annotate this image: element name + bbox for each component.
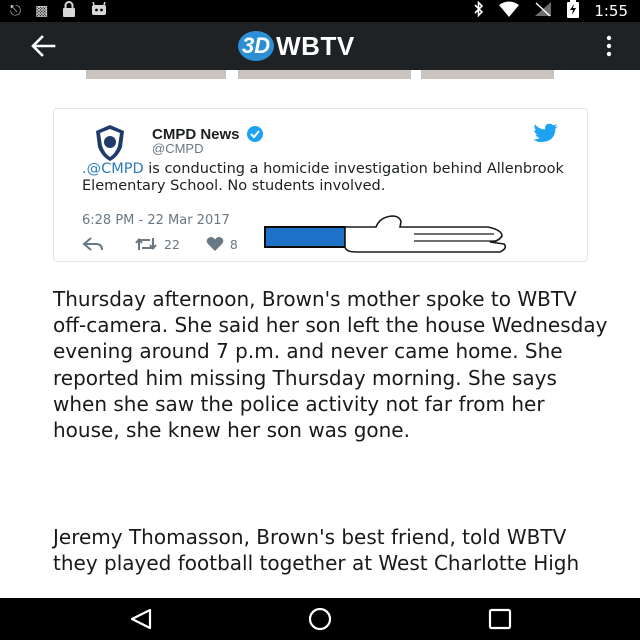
status-icons-left: ⎋ ▩: [10, 0, 108, 22]
reply-icon[interactable]: [82, 236, 104, 252]
no-sim-icon: ▩: [35, 3, 49, 19]
heart-icon: [206, 237, 224, 251]
tweet-author-name[interactable]: CMPD News: [152, 126, 240, 143]
article-content[interactable]: CMPD News @CMPD .@CMPD is conducting a h…: [0, 70, 640, 598]
app-bar: 3D WBTV: [0, 22, 640, 70]
retweet-icon: [135, 237, 157, 251]
system-navigation-bar: [0, 598, 640, 640]
sync-icon: ⎋: [10, 3, 22, 19]
verified-badge-icon: [246, 126, 263, 142]
back-arrow-icon[interactable]: [28, 32, 58, 60]
tweet-mention-link[interactable]: .@CMPD: [82, 161, 144, 177]
lock-icon: [62, 0, 76, 22]
tweet-body: is conducting a homicide investigation b…: [82, 161, 564, 194]
retweet-count: 22: [164, 236, 180, 252]
nav-recents-icon[interactable]: [487, 607, 513, 631]
nav-back-icon[interactable]: [128, 607, 154, 631]
nav-home-icon[interactable]: [306, 607, 332, 631]
status-time: 1:55: [594, 2, 628, 20]
overflow-menu-icon[interactable]: [604, 34, 614, 58]
like-action[interactable]: 8: [206, 236, 238, 252]
wbtv-logo: 3D WBTV: [238, 30, 355, 62]
android-debug-icon: [90, 1, 108, 21]
signal-off-icon: [534, 1, 552, 22]
tweet-handle[interactable]: @CMPD: [152, 141, 203, 156]
tweet-actions: 22 8: [82, 235, 238, 253]
bluetooth-icon: [474, 0, 484, 22]
status-icons-right: 1:55: [474, 0, 628, 23]
article-paragraph: Thursday afternoon, Brown's mother spoke…: [53, 287, 608, 443]
status-bar: ⎋ ▩ 1:55: [0, 0, 640, 22]
tweet-timestamp[interactable]: 6:28 PM - 22 Mar 2017: [82, 213, 230, 228]
tweet-text: .@CMPD is conducting a homicide investig…: [82, 161, 572, 195]
retweet-action[interactable]: 22: [134, 236, 180, 252]
cmpd-badge-avatar[interactable]: [90, 123, 130, 163]
article-photo-bottom-edge: [86, 70, 554, 79]
wifi-icon: [498, 1, 520, 22]
article-paragraph: Jeremy Thomasson, Brown's best friend, t…: [53, 525, 580, 576]
logo-3d-badge: 3D: [238, 31, 275, 61]
like-count: 8: [229, 236, 238, 252]
battery-charging-icon: [566, 0, 580, 23]
logo-wordmark: WBTV: [276, 30, 355, 61]
thumbs-up-gesture-icon[interactable]: [264, 214, 510, 254]
twitter-bird-icon[interactable]: [533, 123, 559, 145]
